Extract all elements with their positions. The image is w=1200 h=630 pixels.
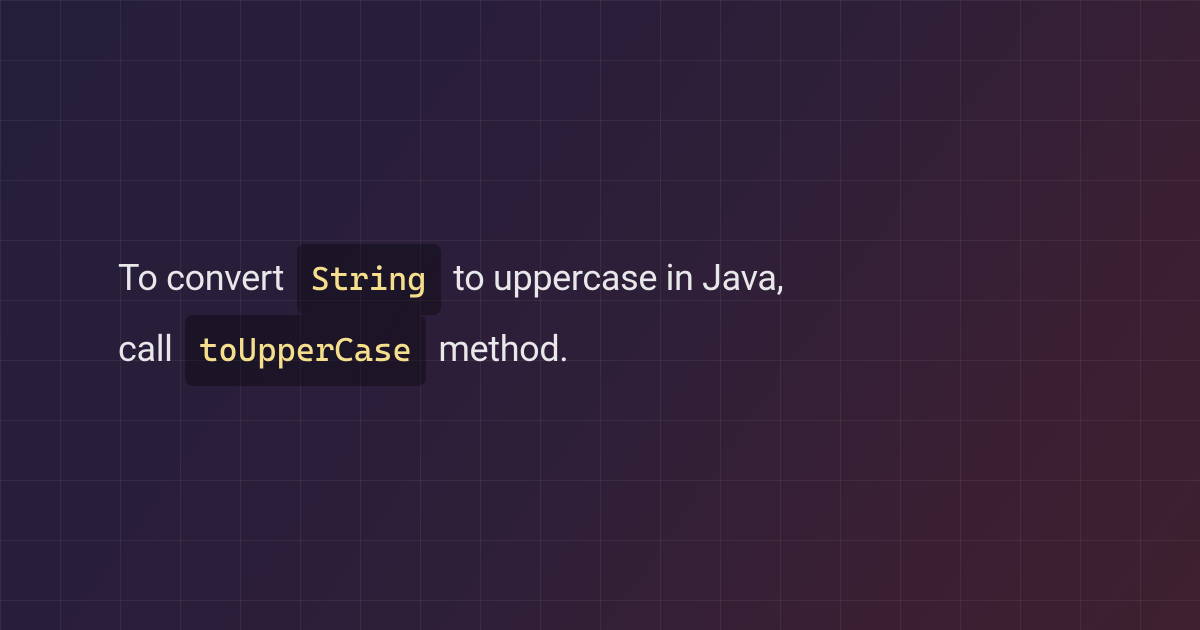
text-segment: To convert (118, 257, 293, 299)
text-line-2: call toUpperCase method. (118, 315, 1100, 386)
code-inline-string: String (297, 244, 441, 315)
code-inline-touppercase: toUpperCase (185, 315, 426, 386)
text-segment: call (118, 328, 181, 370)
text-segment: method. (430, 328, 569, 370)
content-container: To convert String to uppercase in Java, … (0, 0, 1200, 630)
text-line-1: To convert String to uppercase in Java, (118, 244, 1100, 315)
text-segment: to uppercase in Java, (445, 257, 784, 299)
